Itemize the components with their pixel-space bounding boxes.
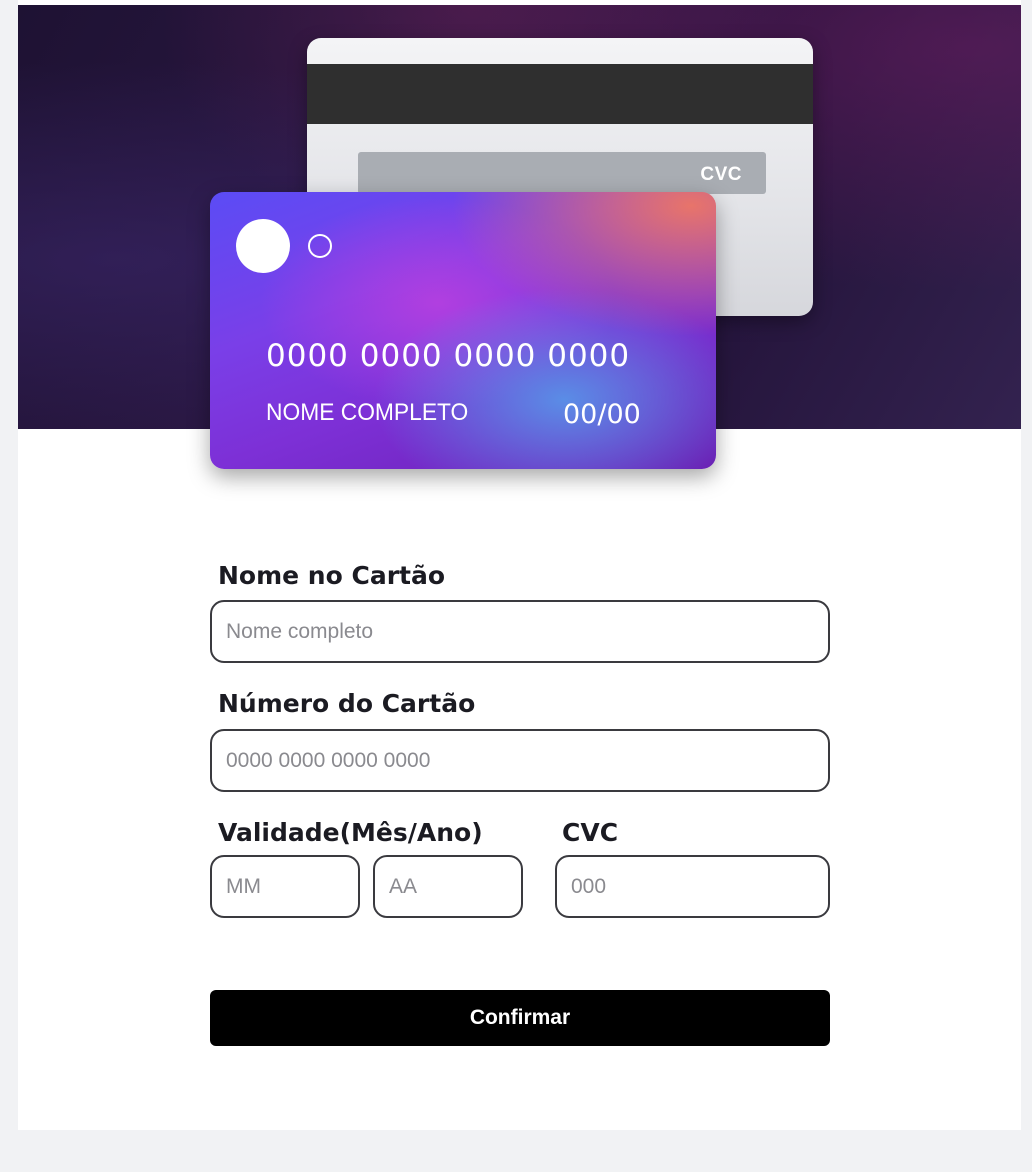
page-gutter-bottom (0, 1130, 1032, 1172)
expiry-month-input[interactable] (210, 855, 360, 918)
card-logo-circle-icon (236, 219, 290, 273)
cvc-label: CVC (562, 818, 619, 847)
card-logo-ring-icon (308, 234, 332, 258)
card-front-preview: 0000 0000 0000 0000 NOME COMPLETO 00/00 (210, 192, 716, 469)
page-gutter-left (0, 0, 18, 1172)
card-number-input[interactable] (210, 729, 830, 792)
page-gutter-right (1021, 0, 1032, 1172)
card-holder-preview: NOME COMPLETO (266, 399, 469, 426)
card-number-label: Número do Cartão (218, 689, 476, 718)
name-label: Nome no Cartão (218, 561, 446, 590)
top-strip (18, 0, 1021, 5)
name-input[interactable] (210, 600, 830, 663)
cvc-input[interactable] (555, 855, 830, 918)
magnetic-stripe (307, 64, 813, 124)
card-back-cvc-label: CVC (700, 164, 742, 185)
expiry-year-input[interactable] (373, 855, 523, 918)
expiry-label: Validade(Mês/Ano) (218, 818, 483, 847)
card-expiry-preview: 00/00 (563, 399, 641, 430)
confirm-button[interactable]: Confirmar (210, 990, 830, 1046)
card-number-preview: 0000 0000 0000 0000 (266, 338, 631, 374)
signature-panel: CVC (358, 152, 766, 194)
